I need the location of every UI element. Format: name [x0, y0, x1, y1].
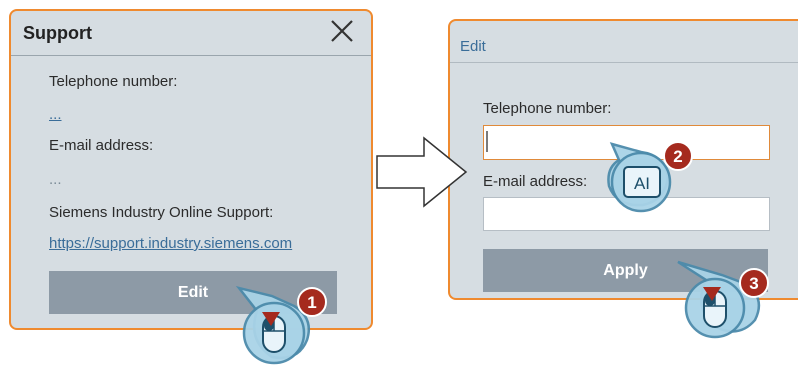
annotation-overlay: 1 AI 2 3 [235, 131, 769, 365]
callout-2: AI 2 [607, 141, 693, 213]
step-number-1: 1 [307, 293, 316, 312]
text-input-icon: AI [623, 166, 661, 198]
arrow-right-icon [376, 136, 468, 208]
step-number-2: 2 [673, 147, 682, 166]
step-number-3: 3 [749, 274, 758, 293]
callout-3: 3 [677, 260, 769, 339]
text-input-glyph: AI [634, 174, 650, 193]
callout-1: 1 [235, 285, 327, 365]
